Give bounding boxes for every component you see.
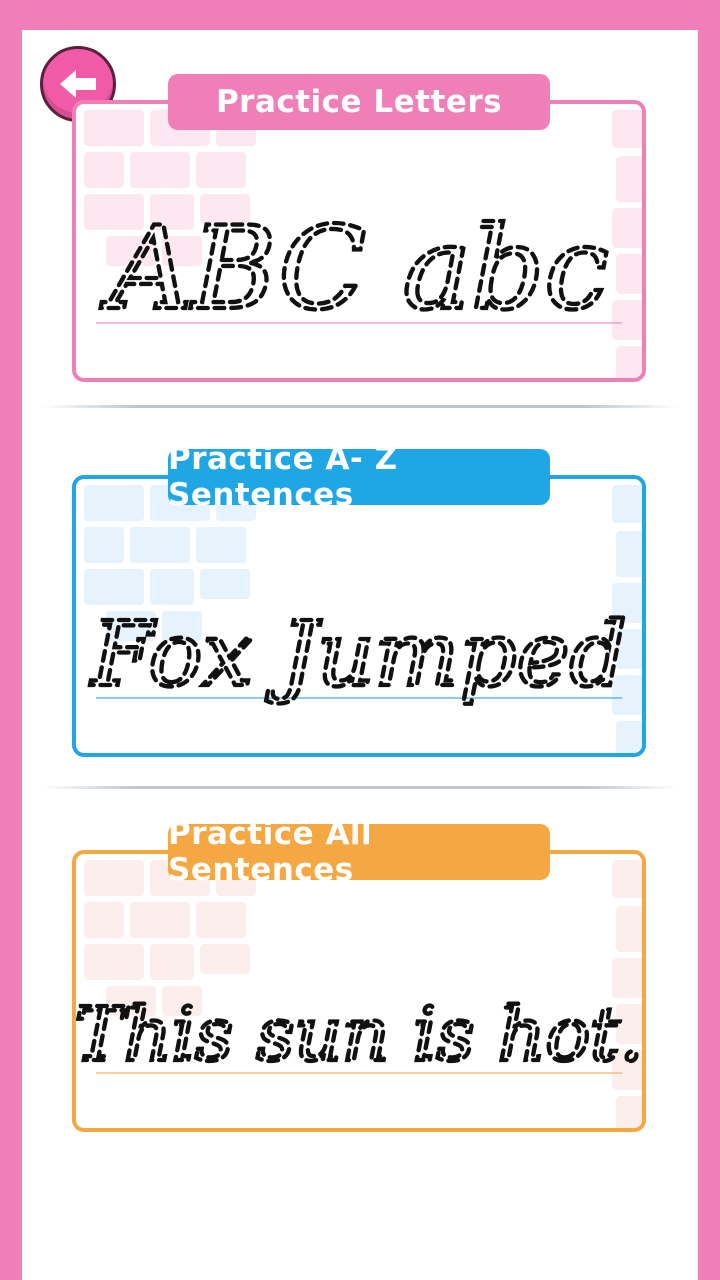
divider <box>42 405 678 408</box>
arrow-left-icon <box>60 70 96 98</box>
practice-letters-title[interactable]: Practice Letters <box>168 74 550 130</box>
practice-all-sentences-title[interactable]: Practice All Sentences <box>168 816 550 888</box>
practice-az-sentences-card[interactable]: Fox Jumped <box>72 475 646 757</box>
practice-az-sentences-title[interactable]: Practice A- Z Sentences <box>168 441 550 513</box>
tracing-text: This sun is hot. <box>76 992 642 1078</box>
tracing-sample: This sun is hot. <box>76 990 642 1080</box>
tracing-text: ABC abc <box>100 203 608 336</box>
tracing-sample: ABC abc <box>98 201 611 338</box>
divider <box>42 786 678 789</box>
tracing-text: Fox Jumped <box>89 603 626 707</box>
tracing-sample: Fox Jumped <box>87 601 629 709</box>
practice-letters-card[interactable]: ABC abc <box>72 100 646 382</box>
page-background: ABC abc Practice Letters Fox Jumped Prac… <box>22 30 698 1280</box>
practice-all-sentences-card[interactable]: This sun is hot. <box>72 850 646 1132</box>
